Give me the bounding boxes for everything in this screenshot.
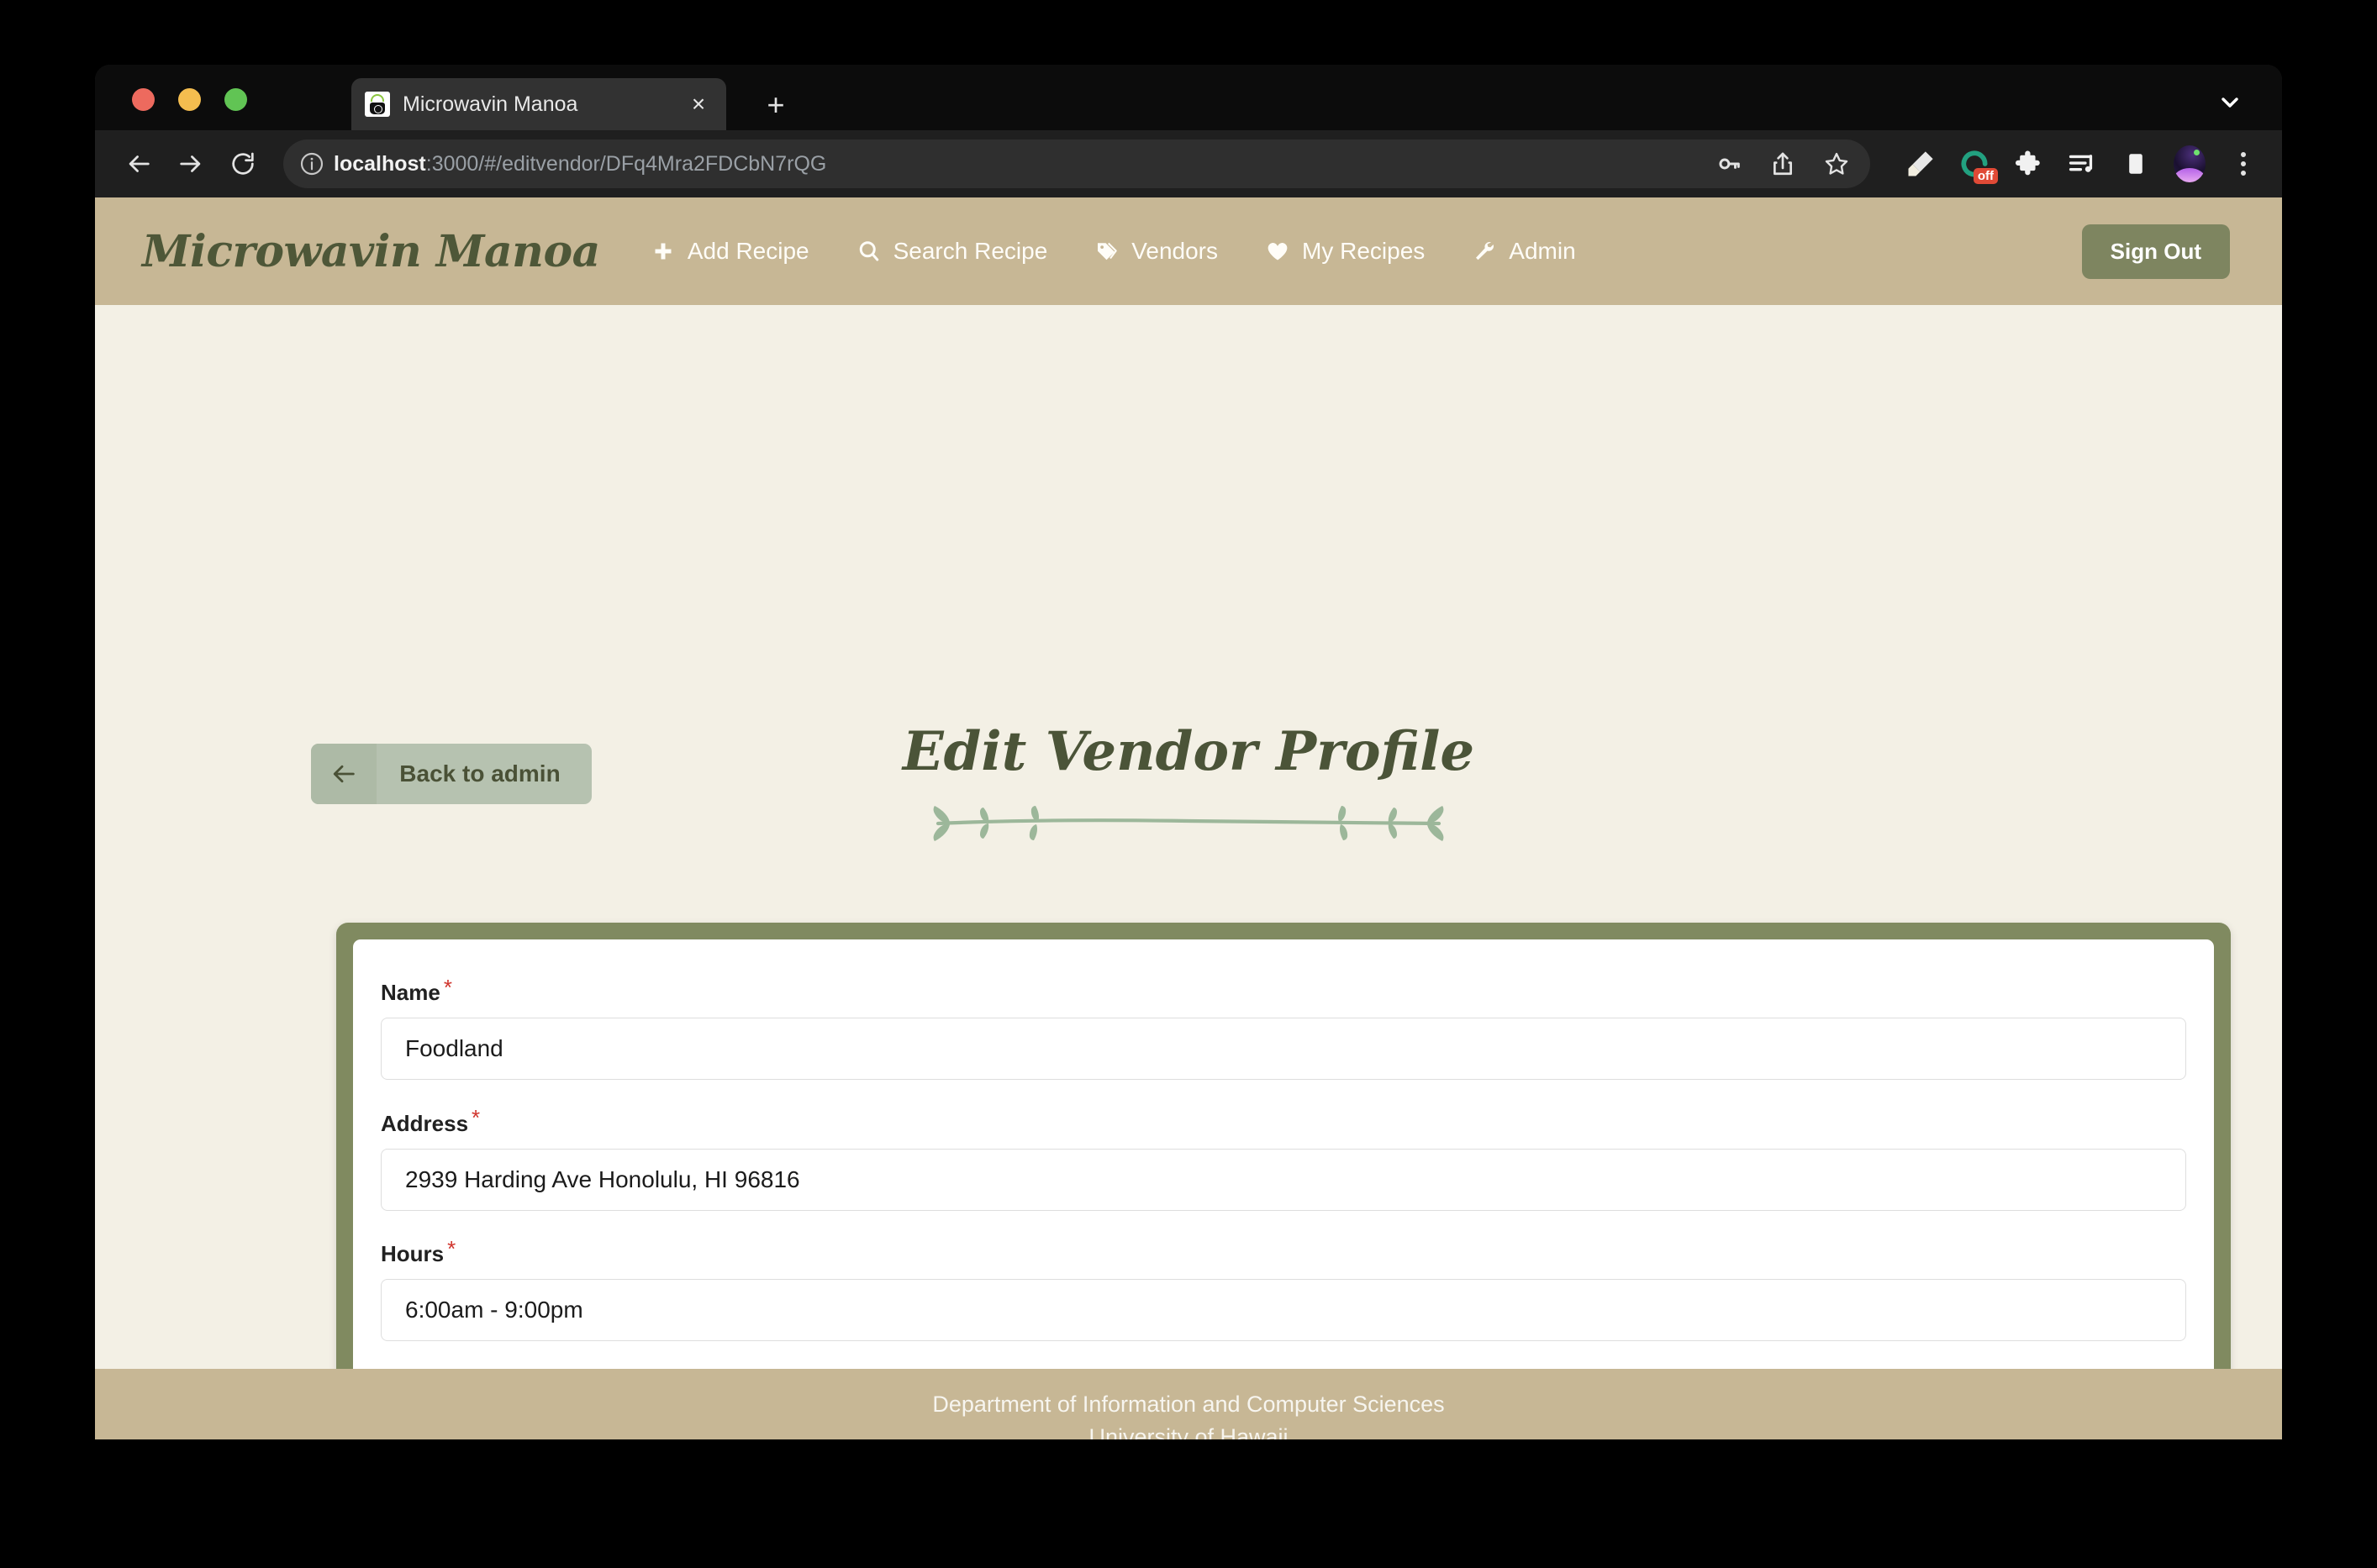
vendor-form-card: Name * Foodland Address * 2939 Harding Ave… [336,923,2231,1439]
name-input[interactable]: Foodland [381,1018,2186,1081]
puzzle-extensions-icon[interactable] [2010,145,2047,182]
url-text: localhost:3000/#/editvendor/DFq4Mra2FDCb… [334,152,1710,176]
sign-out-button[interactable]: Sign Out [2081,224,2230,279]
heart-icon [1265,239,1290,264]
close-tab-button[interactable]: × [684,92,713,116]
nav-item-admin[interactable]: Admin [1472,238,1576,265]
back-icon[interactable] [115,140,162,187]
nav-item-my-recipes[interactable]: My Recipes [1265,238,1425,265]
kebab-menu-icon[interactable] [2225,145,2262,182]
chevron-down-icon[interactable] [2213,88,2247,117]
nav-item-label: My Recipes [1302,238,1426,264]
nav-item-label: Vendors [1131,238,1219,264]
maximize-window-button[interactable] [224,88,247,111]
password-key-icon[interactable] [1710,145,1747,182]
site-footer: Department of Information and Computer S… [95,1369,2282,1439]
info-icon[interactable] [298,150,325,177]
search-icon [856,239,882,264]
arrow-left-icon [311,744,377,804]
url-path: :3000/#/editvendor/DFq4Mra2FDCbN7rQG [425,151,827,176]
footer-line-1: Department of Information and Computer S… [932,1392,1445,1417]
field-label: Hours [381,1240,445,1266]
tab-strip: Microwavin Manoa × + [95,65,2282,130]
page-viewport: Microwavin Manoa Add Recipe Search Recip… [95,197,2282,1439]
nav-links: Add Recipe Search Recipe Vendors My Reci… [651,238,1576,265]
close-window-button[interactable] [132,88,155,111]
browser-toolbar: localhost:3000/#/editvendor/DFq4Mra2FDCb… [95,130,2282,197]
browser-window: Microwavin Manoa × + localhost:3000/#/ed… [95,65,2282,1439]
site-navbar: Microwavin Manoa Add Recipe Search Recip… [95,197,2282,305]
browser-tab[interactable]: Microwavin Manoa × [351,78,726,130]
url-host: localhost [334,151,426,176]
vendor-form: Name * Foodland Address * 2939 Harding Ave… [353,939,2214,1439]
field-address: Address * 2939 Harding Ave Honolulu, HI 9… [381,1105,2186,1211]
address-bar[interactable]: localhost:3000/#/editvendor/DFq4Mra2FDCb… [283,139,1870,188]
side-panel-icon[interactable] [2117,145,2154,182]
tab-title: Microwavin Manoa [403,92,578,116]
chef-microwave-icon [365,92,390,117]
nav-item-label: Admin [1509,238,1576,264]
nav-item-label: Search Recipe [893,238,1048,264]
plus-icon [651,239,676,264]
reload-icon[interactable] [219,140,266,187]
highlighter-icon[interactable] [1902,145,1939,182]
share-icon[interactable] [1764,145,1801,182]
tag-icon [1094,239,1120,264]
profile-avatar-icon[interactable] [2171,145,2208,182]
forward-icon[interactable] [167,140,214,187]
field-label: Name [381,980,440,1006]
extension-icons: off [1887,145,2262,184]
field-label: Address [381,1110,469,1136]
bookmark-star-icon[interactable] [1818,145,1855,182]
required-marker: * [447,1235,456,1261]
media-playlist-icon[interactable] [2063,145,2100,182]
window-controls [132,88,247,111]
nav-item-label: Add Recipe [687,238,809,264]
back-to-admin-button[interactable]: Back to admin [311,744,592,804]
footer-line-2: University of Hawaii [1088,1424,1289,1439]
new-tab-button[interactable]: + [759,90,793,120]
address-input[interactable]: 2939 Harding Ave Honolulu, HI 96816 [381,1148,2186,1211]
brand-logo[interactable]: Microwavin Manoa [142,226,600,277]
extension-off-badge: off [1973,167,1998,184]
required-marker: * [472,1105,481,1131]
extension-off-icon[interactable]: off [1956,145,1998,184]
field-hours: Hours * 6:00am - 9:00pm [381,1236,2186,1341]
required-marker: * [443,975,452,1000]
field-name: Name * Foodland [381,975,2186,1081]
nav-item-vendors[interactable]: Vendors [1094,238,1218,265]
back-to-admin-label: Back to admin [399,760,561,787]
leaf-branch-divider [933,806,1444,841]
hours-input[interactable]: 6:00am - 9:00pm [381,1278,2186,1341]
minimize-window-button[interactable] [178,88,201,111]
nav-item-add-recipe[interactable]: Add Recipe [651,238,809,265]
wrench-icon [1472,239,1497,264]
nav-item-search-recipe[interactable]: Search Recipe [856,238,1048,265]
